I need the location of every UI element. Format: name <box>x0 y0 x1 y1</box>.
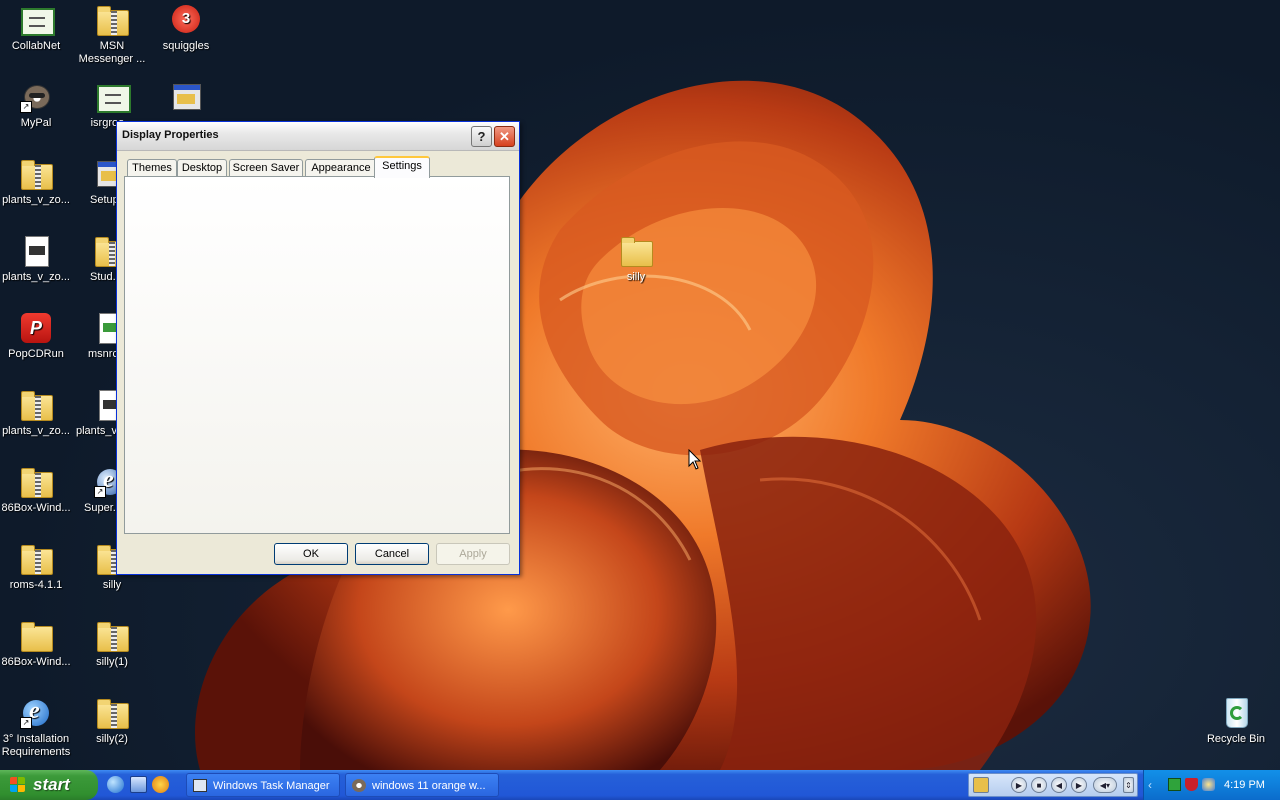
next-icon[interactable]: ▶ <box>1071 777 1087 793</box>
document-icon <box>25 236 49 267</box>
desktop-icon-stud[interactable]: Stud... <box>74 235 127 284</box>
desktop-icon-collabnet[interactable]: CollabNet <box>0 4 74 53</box>
desktop-icon-mypal[interactable]: ↗ MyPal <box>0 81 74 130</box>
certificate-icon <box>97 85 131 113</box>
tab-desktop[interactable]: Desktop <box>177 159 227 176</box>
zip-folder-icon <box>21 391 53 421</box>
desktop-icon-plants-3[interactable]: plants_v_zo... <box>0 389 74 438</box>
desktop-icon-roms[interactable]: roms-4.1.1 <box>0 543 74 592</box>
desktop-icon-recycle-bin[interactable]: Recycle Bin <box>1198 697 1274 746</box>
media-player-logo-icon <box>973 777 989 793</box>
taskbar-button-browser[interactable]: windows 11 orange w... <box>345 773 499 797</box>
system-tray: ‹ 4:19 PM <box>1143 770 1280 800</box>
desktop-icon-86box-1[interactable]: 86Box-Wind... <box>0 466 74 515</box>
mouse-cursor-icon <box>688 449 702 470</box>
zip-folder-icon <box>97 6 129 36</box>
desktop-icon-setup[interactable]: Setup <box>74 158 125 207</box>
desktop-icon-msn-messenger[interactable]: MSN Messenger ... <box>74 4 150 66</box>
desktop-icon-86box-2[interactable]: 86Box-Wind... <box>0 620 74 669</box>
folder-icon <box>21 622 53 652</box>
start-button[interactable]: start <box>0 770 98 800</box>
shortcut-arrow-icon: ↗ <box>20 101 32 113</box>
taskbar-button-task-manager[interactable]: Windows Task Manager <box>186 773 340 797</box>
play-icon[interactable]: ▶ <box>1011 777 1027 793</box>
chevron-left-icon[interactable]: ‹ <box>1148 778 1160 792</box>
quicklaunch-media-player-icon[interactable] <box>152 776 169 793</box>
desktop-icon-popcdrun[interactable]: P PopCDRun <box>0 312 74 361</box>
network-icon[interactable] <box>1168 778 1181 791</box>
desktop-icon-silly-folder[interactable]: silly <box>598 235 674 284</box>
zip-folder-icon <box>21 545 53 575</box>
volume-icon[interactable]: ◀▾ <box>1093 777 1117 793</box>
users-icon[interactable] <box>1202 778 1215 791</box>
close-button[interactable]: ✕ <box>494 126 515 147</box>
restore-player-icon[interactable]: ⇕ <box>1123 777 1134 793</box>
desktop-icon-silly-1[interactable]: silly(1) <box>74 620 150 669</box>
tab-appearance[interactable]: Appearance <box>305 159 377 176</box>
dialog-title: Display Properties <box>122 129 219 141</box>
desktop-icon-installer[interactable] <box>148 81 224 117</box>
certificate-icon <box>21 8 55 36</box>
desktop-icon-plants-2[interactable]: plants_v_zo... <box>0 235 74 284</box>
ok-button[interactable]: OK <box>274 543 348 565</box>
security-shield-icon[interactable] <box>1185 778 1198 791</box>
squiggles-icon: 3 <box>172 5 200 33</box>
settings-tab-panel <box>124 176 510 534</box>
zip-folder-icon <box>21 160 53 190</box>
zip-folder-icon <box>97 699 129 729</box>
dialog-titlebar[interactable]: Display Properties ? ✕ <box>117 122 519 151</box>
help-button[interactable]: ? <box>471 126 492 147</box>
taskbar: start Windows Task Manager windows 11 or… <box>0 770 1280 800</box>
desktop-icon-plants-1[interactable]: plants_v_zo... <box>0 158 74 207</box>
task-manager-icon <box>193 779 207 792</box>
shortcut-arrow-icon: ↗ <box>20 717 32 729</box>
zip-folder-icon <box>97 622 129 652</box>
apply-button[interactable]: Apply <box>436 543 510 565</box>
shortcut-arrow-icon: ↗ <box>94 486 106 498</box>
recycle-bin-icon <box>1226 698 1248 728</box>
desktop-icon-plants-4[interactable]: plants_v... <box>74 389 123 438</box>
desktop-icon-silly-2[interactable]: silly(2) <box>74 697 150 746</box>
popcdrun-icon: P <box>21 313 51 343</box>
previous-icon[interactable]: ◀ <box>1051 777 1067 793</box>
desktop-icon-msnrc[interactable]: msnrc... <box>74 312 123 361</box>
installer-icon <box>173 84 201 110</box>
quicklaunch-internet-explorer-icon[interactable] <box>107 776 124 793</box>
clock[interactable]: 4:19 PM <box>1224 770 1265 800</box>
tab-screen-saver[interactable]: Screen Saver <box>229 159 303 176</box>
zip-folder-icon <box>21 468 53 498</box>
display-properties-dialog: Display Properties ? ✕ Themes Desktop Sc… <box>116 121 520 575</box>
quicklaunch-show-desktop-icon[interactable] <box>130 776 147 793</box>
cancel-button[interactable]: Cancel <box>355 543 429 565</box>
windows-flag-icon <box>10 777 27 793</box>
tab-themes[interactable]: Themes <box>127 159 177 176</box>
desktop-icon-super[interactable]: ↗ Super... <box>74 466 123 515</box>
desktop-icon-installation-requirements[interactable]: ↗ 3° Installation Requirements <box>0 697 74 759</box>
desktop-icon-squiggles[interactable]: 3 squiggles <box>148 4 224 53</box>
stop-icon[interactable]: ■ <box>1031 777 1047 793</box>
tab-settings[interactable]: Settings <box>374 156 430 178</box>
media-player-toolbar: ▶ ■ ◀ ▶ ◀▾ ⇕ <box>968 773 1138 797</box>
browser-raccoon-icon <box>352 779 366 792</box>
folder-icon <box>621 237 653 267</box>
